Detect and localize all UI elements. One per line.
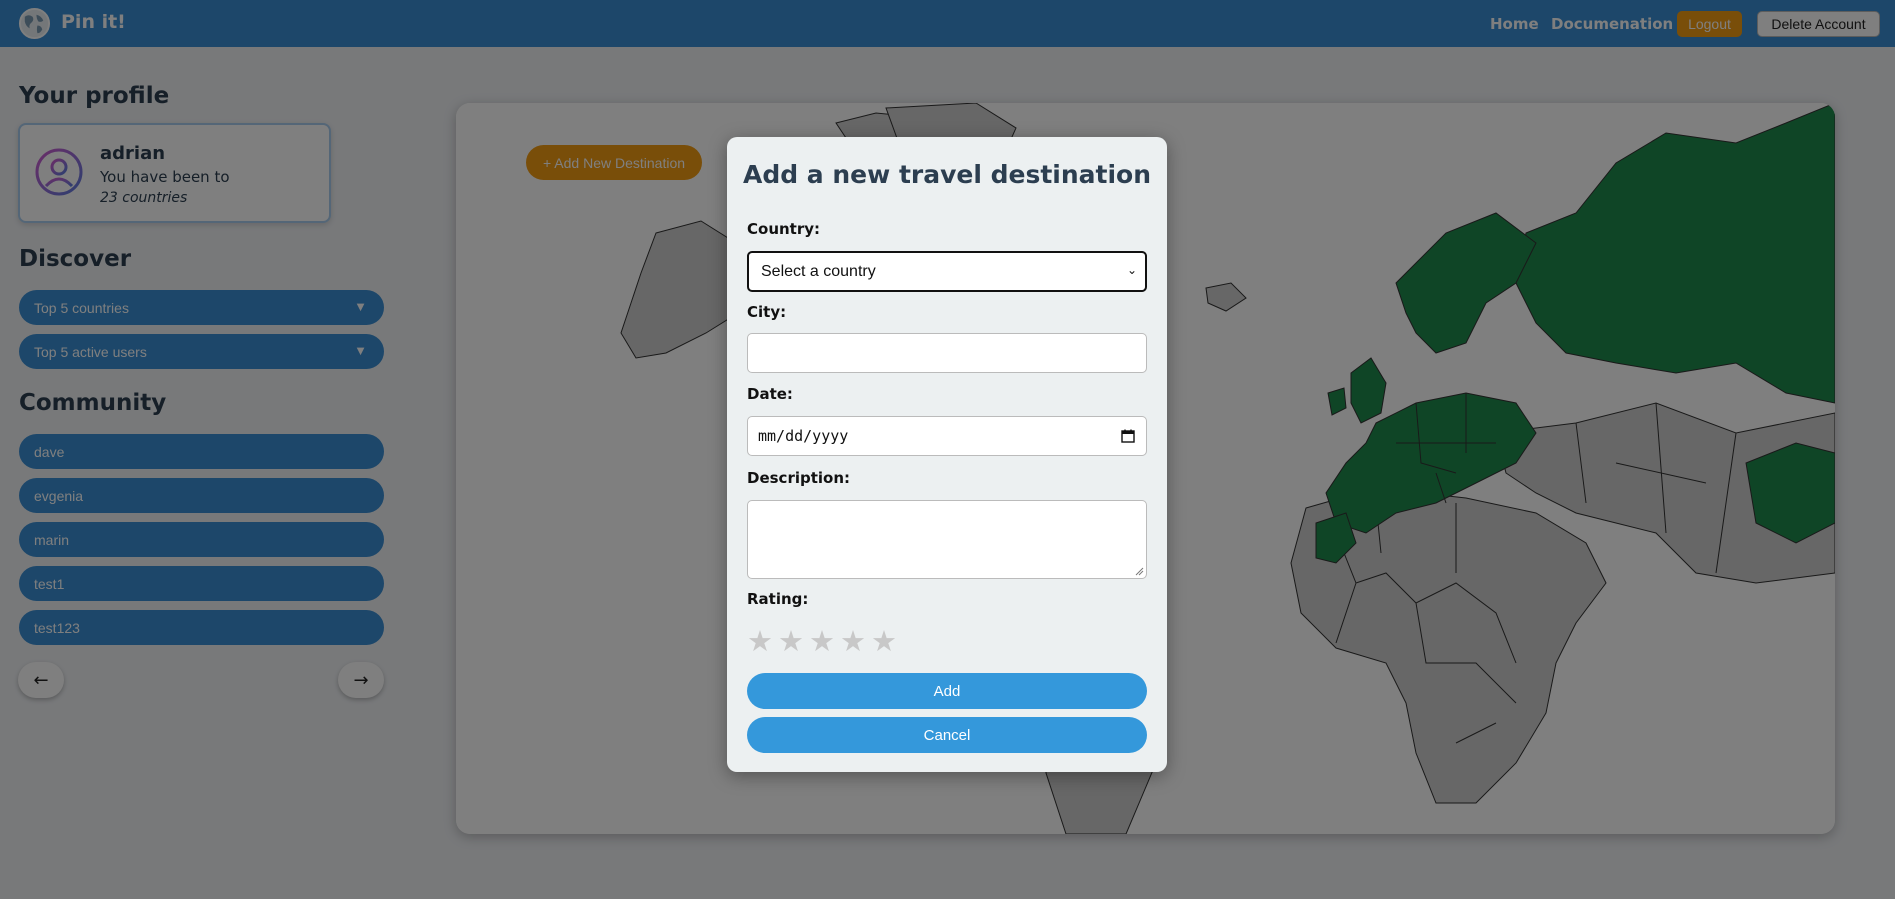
date-label: Date:	[747, 385, 793, 403]
country-label: Country:	[747, 220, 821, 238]
chevron-down-icon: ⌄	[1126, 263, 1137, 277]
star-rating[interactable]: ★ ★ ★ ★ ★	[747, 627, 897, 656]
rating-label: Rating:	[747, 590, 809, 608]
star-icon[interactable]: ★	[809, 627, 835, 656]
city-label: City:	[747, 303, 787, 321]
add-button[interactable]: Add	[747, 673, 1147, 709]
resize-handle-icon[interactable]	[1135, 567, 1144, 576]
modal-title: Add a new travel destination	[742, 160, 1152, 189]
cancel-button[interactable]: Cancel	[747, 717, 1147, 753]
country-select[interactable]: Select a country ⌄	[747, 251, 1147, 292]
description-textarea[interactable]	[747, 500, 1147, 579]
date-input[interactable]: mm/dd/yyyy	[747, 416, 1147, 456]
star-icon[interactable]: ★	[747, 627, 773, 656]
calendar-icon[interactable]	[1121, 429, 1135, 443]
star-icon[interactable]: ★	[778, 627, 804, 656]
date-placeholder: mm/dd/yyyy	[758, 427, 849, 445]
description-label: Description:	[747, 469, 851, 487]
star-icon[interactable]: ★	[871, 627, 897, 656]
country-select-value: Select a country	[761, 262, 876, 280]
city-input[interactable]	[747, 333, 1147, 373]
add-destination-modal: Add a new travel destination Country: Se…	[727, 137, 1167, 772]
star-icon[interactable]: ★	[840, 627, 866, 656]
